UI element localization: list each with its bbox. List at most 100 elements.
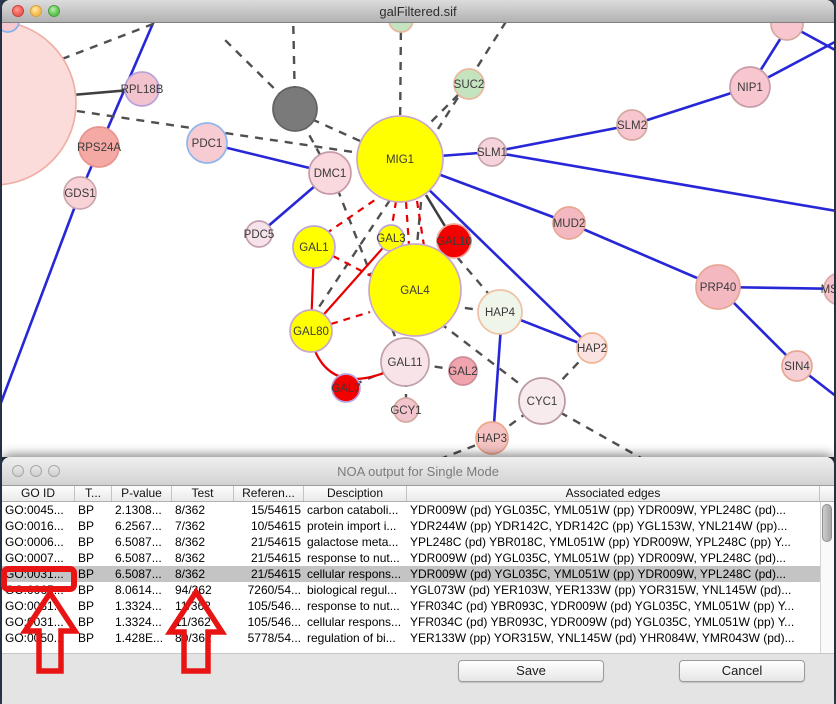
edge-red-dash	[406, 202, 409, 245]
cell: 15/54615	[234, 502, 304, 518]
node-label: MUD2	[553, 218, 586, 230]
cell: YGL073W (pd) YER103W, YER133W (pp) YOR31…	[407, 582, 820, 598]
edge-blue	[569, 223, 718, 287]
vertical-scrollbar[interactable]	[820, 502, 834, 653]
table-row[interactable]: GO:0006...BP6.5087...8/36221/54615galact…	[2, 534, 834, 550]
edge-gray-dash	[62, 23, 192, 59]
cell: 6.2567...	[112, 518, 172, 534]
noa-window: NOA output for Single Mode GO IDT...P-va…	[2, 457, 834, 704]
node-unlabeled[interactable]	[2, 23, 76, 185]
cell: GO:0065...	[2, 582, 75, 598]
cell: BP	[75, 566, 112, 582]
cell: 7260/54...	[234, 582, 304, 598]
cell: GO:0031...	[2, 566, 75, 582]
cell: YDR009W (pd) YGL035C, YML051W (pp) YDR00…	[407, 550, 820, 566]
node-label: NIP1	[737, 82, 763, 94]
column-header-desciption[interactable]: Desciption	[304, 486, 407, 501]
node-label: SIN4	[784, 361, 810, 373]
node-unlabeled[interactable]	[389, 23, 413, 32]
cell: 21/54615	[234, 534, 304, 550]
scrollbar-thumb[interactable]	[822, 504, 832, 542]
cell: 94/362	[172, 582, 234, 598]
column-header-test[interactable]: Test	[172, 486, 234, 501]
cell: BP	[75, 502, 112, 518]
column-header-p-value[interactable]: P-value	[112, 486, 172, 501]
node-unlabeled[interactable]	[771, 23, 803, 40]
node-label: GAL2	[448, 366, 477, 378]
cell: 1.3324...	[112, 598, 172, 614]
cell: BP	[75, 534, 112, 550]
cell: BP	[75, 518, 112, 534]
node-label: GAL11	[388, 357, 423, 369]
close-button[interactable]	[12, 5, 24, 17]
minimize-button-inactive[interactable]	[30, 465, 42, 477]
network-window-title: galFiltered.sif	[379, 4, 456, 19]
cell: 105/546...	[234, 598, 304, 614]
node-label: HAP2	[577, 343, 607, 355]
cell: YER133W (pp) YOR315W, YNL145W (pd) YHR08…	[407, 630, 820, 646]
cell: 8/362	[172, 534, 234, 550]
node-label: PDC5	[244, 229, 275, 241]
cell: galactose meta...	[304, 534, 407, 550]
cell: carbon cataboli...	[304, 502, 407, 518]
zoom-button[interactable]	[48, 5, 60, 17]
save-button[interactable]: Save	[458, 660, 604, 682]
node-unlabeled[interactable]	[273, 87, 317, 131]
cell: biological regul...	[304, 582, 407, 598]
node-label: GAL1	[299, 242, 328, 254]
node-label: HAP3	[477, 433, 507, 445]
column-header-referen[interactable]: Referen...	[234, 486, 304, 501]
node-label: DMC1	[314, 168, 347, 180]
cell: response to nut...	[304, 550, 407, 566]
table-row[interactable]: GO:0050...BP1.428E...80/3625778/54...reg…	[2, 630, 834, 646]
zoom-button-inactive[interactable]	[48, 465, 60, 477]
cell: 8.0614...	[112, 582, 172, 598]
cell: 8/362	[172, 566, 234, 582]
network-canvas[interactable]: RPL18BRPS24AGDS1PDC1DMC1MIG1SLM1SUC2SLM2…	[2, 23, 834, 457]
node-label: GAL7	[331, 383, 360, 395]
node-label: GDS1	[64, 188, 95, 200]
column-header-t[interactable]: T...	[75, 486, 112, 501]
cell: GO:0031...	[2, 614, 75, 630]
table-row[interactable]: GO:0045...BP2.1308...8/36215/54615carbon…	[2, 502, 834, 518]
minimize-button[interactable]	[30, 5, 42, 17]
cell: YPL248C (pd) YBR018C, YML051W (pp) YDR00…	[407, 534, 820, 550]
column-header-go-id[interactable]: GO ID	[2, 486, 75, 501]
node-label: SLM1	[477, 147, 507, 159]
table-row[interactable]: GO:0031...BP6.5087...8/36221/54615cellul…	[2, 566, 834, 582]
cell: BP	[75, 598, 112, 614]
close-button-inactive[interactable]	[12, 465, 24, 477]
noa-window-title: NOA output for Single Mode	[337, 464, 499, 479]
cell: GO:0045...	[2, 502, 75, 518]
cell: BP	[75, 550, 112, 566]
table-body: GO:0045...BP2.1308...8/36215/54615carbon…	[2, 502, 834, 653]
column-header-associated-edges[interactable]: Associated edges	[407, 486, 820, 501]
header-corner	[820, 486, 834, 501]
cell: 8/362	[172, 502, 234, 518]
edge-gray-dash	[417, 202, 421, 245]
table-row[interactable]: GO:0031...BP1.3324...11/362105/546...cel…	[2, 614, 834, 630]
table-row[interactable]: GO:0065...BP8.0614...94/3627260/54...bio…	[2, 582, 834, 598]
node-label: SUC2	[454, 79, 485, 91]
cell: 105/546...	[234, 614, 304, 630]
node-label: RPS24A	[77, 142, 121, 154]
cell: 21/54615	[234, 550, 304, 566]
cell: GO:0016...	[2, 518, 75, 534]
cell: BP	[75, 630, 112, 646]
table-row[interactable]: GO:0016...BP6.2567...7/36210/54615protei…	[2, 518, 834, 534]
cell: 11/362	[172, 598, 234, 614]
cell: 6.5087...	[112, 534, 172, 550]
cell: GO:0006...	[2, 534, 75, 550]
edge-blue	[492, 152, 834, 213]
cancel-button[interactable]: Cancel	[679, 660, 805, 682]
table-row[interactable]: GO:0031...BP1.3324...11/362105/546...res…	[2, 598, 834, 614]
cell: GO:0007...	[2, 550, 75, 566]
node-label: GAL80	[293, 326, 329, 338]
cell: 21/54615	[234, 566, 304, 582]
noa-window-titlebar: NOA output for Single Mode	[2, 457, 834, 486]
cell: GO:0031...	[2, 598, 75, 614]
network-window-titlebar: galFiltered.sif	[2, 0, 834, 23]
node-label: CYC1	[527, 396, 558, 408]
table-row[interactable]: GO:0007...BP6.5087...8/36221/54615respon…	[2, 550, 834, 566]
cell: BP	[75, 582, 112, 598]
